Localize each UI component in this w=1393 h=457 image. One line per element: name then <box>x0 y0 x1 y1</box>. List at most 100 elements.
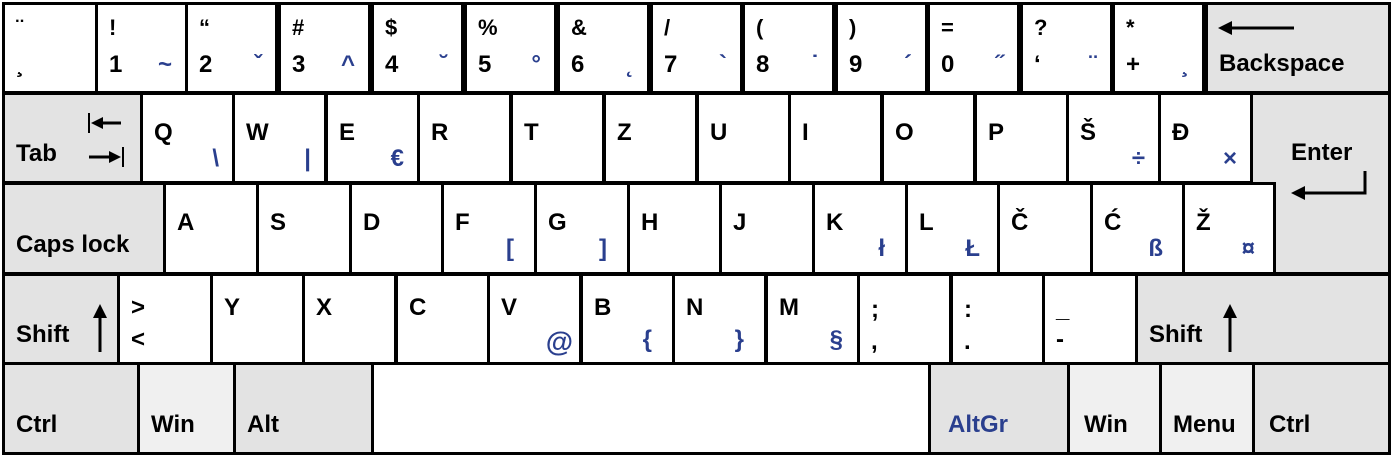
key-altgr-char: ~ <box>157 51 172 78</box>
key-base-char: . <box>964 328 971 355</box>
key-o[interactable]: O <box>881 92 976 184</box>
key-backspace[interactable]: Backspace <box>1205 2 1391 94</box>
key-base-char: N <box>686 294 704 321</box>
key-base-char: Č <box>1011 209 1029 236</box>
key-comma[interactable]: ; , <box>857 273 952 365</box>
key-base-char: K <box>826 209 844 236</box>
key-b[interactable]: B { <box>580 273 675 365</box>
key-altgr-char: ˘ <box>440 51 448 78</box>
key-plus[interactable]: * + ¸ <box>1112 2 1205 94</box>
key-9[interactable]: ) 9 ´ <box>835 2 928 94</box>
key-c-caron[interactable]: Č <box>997 182 1093 275</box>
key-8[interactable]: ( 8 ˙ <box>742 2 835 94</box>
key-m[interactable]: M § <box>765 273 860 365</box>
key-tab[interactable]: Tab <box>2 92 143 184</box>
key-e[interactable]: E € <box>325 92 420 184</box>
key-right-win[interactable]: Win <box>1067 362 1162 455</box>
key-altgr-char: ÷ <box>1131 145 1145 172</box>
key-q[interactable]: Q \ <box>140 92 235 184</box>
key-k[interactable]: K ł <box>812 182 908 275</box>
key-menu[interactable]: Menu <box>1159 362 1255 455</box>
key-w[interactable]: W | <box>232 92 327 184</box>
key-d[interactable]: D <box>349 182 445 275</box>
key-0[interactable]: = 0 ˝ <box>927 2 1020 94</box>
key-shift-char: ¨ <box>16 15 24 40</box>
key-alt[interactable]: Alt <box>233 362 374 455</box>
key-shift-char: = <box>941 15 954 40</box>
enter-arrow-icon <box>1291 171 1367 200</box>
key-label: Backspace <box>1219 50 1345 77</box>
key-shift-char: “ <box>199 15 210 40</box>
key-y[interactable]: Y <box>210 273 305 365</box>
key-g[interactable]: G ] <box>534 182 630 275</box>
key-right-shift[interactable]: Shift <box>1135 273 1391 365</box>
key-dead-diaeresis[interactable]: ¨ ¸ <box>2 2 98 94</box>
key-a[interactable]: A <box>163 182 259 275</box>
key-4[interactable]: $ 4 ˘ <box>371 2 464 94</box>
key-base-char: M <box>779 294 799 321</box>
key-period[interactable]: : . <box>950 273 1045 365</box>
key-7[interactable]: / 7 ` <box>650 2 743 94</box>
key-apostrophe[interactable]: ? ‘ ¨ <box>1020 2 1113 94</box>
arrow-up-icon <box>93 304 107 352</box>
key-5[interactable]: % 5 ° <box>464 2 557 94</box>
key-base-char: 9 <box>849 51 863 78</box>
key-shift-char: & <box>571 15 587 40</box>
key-n[interactable]: N } <box>672 273 767 365</box>
key-i[interactable]: I <box>788 92 883 184</box>
key-base-char: R <box>431 119 449 146</box>
key-base-char: L <box>919 209 934 236</box>
key-altgr-char: € <box>390 145 404 172</box>
key-u[interactable]: U <box>696 92 791 184</box>
key-space[interactable] <box>371 362 931 455</box>
key-altgr[interactable]: AltGr <box>928 362 1070 455</box>
key-right-ctrl[interactable]: Ctrl <box>1252 362 1391 455</box>
key-s[interactable]: S <box>256 182 352 275</box>
key-base-char: Z <box>617 119 632 146</box>
key-shift-char: % <box>478 15 498 40</box>
key-shift-char: : <box>964 296 972 323</box>
key-p[interactable]: P <box>974 92 1069 184</box>
key-shift-char: > <box>131 294 146 321</box>
key-j[interactable]: J <box>719 182 815 275</box>
key-x[interactable]: X <box>302 273 397 365</box>
key-left-ctrl[interactable]: Ctrl <box>2 362 140 455</box>
key-base-char: B <box>594 294 612 321</box>
key-shift-char: ? <box>1034 15 1048 40</box>
key-base-char: A <box>177 209 195 236</box>
key-c[interactable]: C <box>395 273 490 365</box>
key-left-shift[interactable]: Shift <box>2 273 120 365</box>
key-left-win[interactable]: Win <box>137 362 236 455</box>
key-1[interactable]: ! 1 ~ <box>95 2 188 94</box>
key-base-char: W <box>246 119 269 146</box>
key-base-char: G <box>548 209 567 236</box>
key-6[interactable]: & 6 ˛ <box>557 2 650 94</box>
key-d-stroke[interactable]: Đ × <box>1158 92 1253 184</box>
key-base-char: Đ <box>1172 119 1190 146</box>
key-h[interactable]: H <box>627 182 723 275</box>
key-altgr-char: ˙ <box>811 51 819 78</box>
key-c-acute[interactable]: Ć ß <box>1090 182 1186 275</box>
key-altgr-char: ´ <box>904 51 912 78</box>
key-shift-char: ( <box>756 15 764 40</box>
key-2[interactable]: “ 2 ˇ <box>185 2 278 94</box>
key-altgr-char: ° <box>531 51 541 78</box>
key-s-caron[interactable]: Š ÷ <box>1066 92 1161 184</box>
key-r[interactable]: R <box>417 92 512 184</box>
key-v[interactable]: V @ <box>487 273 582 365</box>
key-altgr-char: ¤ <box>1241 235 1255 262</box>
key-angle-brackets[interactable]: > < <box>117 273 213 365</box>
key-altgr-char: ß <box>1148 235 1163 262</box>
key-l[interactable]: L Ł <box>905 182 1001 275</box>
key-shift-char: # <box>292 15 305 40</box>
key-z[interactable]: Z <box>603 92 698 184</box>
key-z-caron[interactable]: Ž ¤ <box>1182 182 1276 275</box>
key-minus[interactable]: _ - <box>1042 273 1138 365</box>
key-label: Caps lock <box>16 231 130 258</box>
key-t[interactable]: T <box>510 92 605 184</box>
key-f[interactable]: F [ <box>441 182 537 275</box>
key-3[interactable]: # 3 ^ <box>278 2 371 94</box>
key-label: Alt <box>247 411 279 438</box>
key-caps-lock[interactable]: Caps lock <box>2 182 166 275</box>
key-label: Shift <box>1149 321 1203 348</box>
